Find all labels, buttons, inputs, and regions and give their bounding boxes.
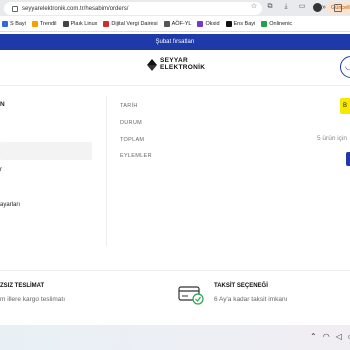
site-logo[interactable]: SEYYAR ELEKTRONİK <box>146 57 206 71</box>
logo-line2: ELEKTRONİK <box>160 63 206 71</box>
divider <box>106 96 107 246</box>
bookmark-item[interactable]: Dijital Vergi Dairesi <box>103 20 158 27</box>
system-tray: ⌃ ◠ ◁ ▭ <box>310 332 350 341</box>
bookmark-label: Ens Bayi <box>233 20 256 27</box>
credit-card-icon <box>178 286 204 305</box>
bookmarks-overflow-icon[interactable]: » <box>322 4 326 11</box>
bookmark-favicon-icon <box>103 20 110 27</box>
features-strip <box>0 270 350 320</box>
status-label: DURUM <box>120 120 142 126</box>
bookmark-item[interactable]: AÖF-YL <box>163 20 192 27</box>
total-label: TOPLAM <box>120 137 145 143</box>
feature-installment-title: TAKSİT SEÇENEĞİ <box>214 283 268 289</box>
bookmark-label: S Bayi <box>10 20 26 27</box>
wifi-icon[interactable]: ◠ <box>323 332 330 341</box>
bookmark-item[interactable]: S Bayi <box>2 20 26 27</box>
site-info-icon[interactable] <box>12 5 18 12</box>
bookmark-favicon-icon <box>225 20 232 27</box>
actions-label: EYLEMLER <box>120 153 152 159</box>
bookmark-label: Okxid <box>205 20 220 27</box>
profile-avatar[interactable] <box>313 3 322 12</box>
account-glyph: ◡ <box>345 61 350 71</box>
bookmark-label: Onlinenic <box>269 20 293 27</box>
order-badge: B <box>340 98 350 114</box>
sidebar-item-orders[interactable] <box>0 142 92 160</box>
extensions-icon[interactable]: ⧉ <box>266 3 274 11</box>
volume-icon[interactable]: ◁ <box>336 332 342 341</box>
sidebar-item[interactable]: r <box>0 167 2 173</box>
bookmark-item[interactable]: Okxid <box>197 20 220 27</box>
logo-text: SEYYAR ELEKTRONİK <box>160 57 206 71</box>
view-order-button[interactable] <box>346 152 350 166</box>
bookmark-label: Dijital Vergi Dairesi <box>111 20 158 27</box>
bookmarks-bar: S Bayi Trendil Plaık Linux Dijital Vergi Da… <box>0 16 350 32</box>
bookmark-label: Plaık Linux <box>70 20 98 27</box>
date-label: TARİH <box>120 103 138 109</box>
bookmark-favicon-icon <box>31 20 38 27</box>
bookmark-favicon-icon <box>163 20 170 27</box>
logo-mark-icon <box>146 58 157 71</box>
download-icon[interactable]: ⤓ <box>282 3 290 11</box>
address-text: seyyarelektronik.com.tr/hesabim/orders/ <box>22 5 129 12</box>
bookmark-item[interactable]: Trendil <box>31 20 57 27</box>
sidebar-title: N <box>0 101 5 108</box>
feature-installment-desc: 6 Ay'a kadar taksit imkanı <box>214 296 288 303</box>
feature-shipping-title: ZSIZ TESLİMAT <box>0 283 45 289</box>
sidepanel-icon[interactable]: ▭ <box>298 3 306 11</box>
address-bar[interactable]: seyyarelektronik.com.tr/hesabim/orders/ <box>4 2 262 15</box>
site-header: SEYYAR ELEKTRONİK <box>0 50 350 86</box>
os-taskbar <box>0 325 350 350</box>
bookmark-favicon-icon <box>2 20 8 27</box>
feature-shipping-desc: m illere kargo teslimatı <box>0 296 66 303</box>
promo-banner[interactable]: Şubat fırsatları <box>0 34 350 50</box>
star-icon[interactable]: ☆ <box>250 3 258 11</box>
toolbar-icons: ☆ ⧉ ⤓ ▭ <box>250 3 306 11</box>
bookmark-favicon-icon <box>62 20 69 27</box>
bookmark-item[interactable]: Ens Bayi <box>225 20 256 27</box>
bookmark-label: Trendil <box>39 20 57 27</box>
bookmark-favicon-icon <box>197 20 204 27</box>
bookmark-item[interactable]: Onlinenic <box>261 20 293 27</box>
items-summary: 5 ürün için <box>317 135 347 142</box>
bookmark-favicon-icon <box>261 20 268 27</box>
sidebar-item-settings[interactable]: ayarları <box>0 202 20 208</box>
all-bookmarks-icon[interactable] <box>334 4 342 12</box>
bookmark-label: AÖF-YL <box>171 20 192 27</box>
chevron-up-icon[interactable]: ⌃ <box>310 332 317 341</box>
bookmark-item[interactable]: Plaık Linux <box>62 20 98 27</box>
